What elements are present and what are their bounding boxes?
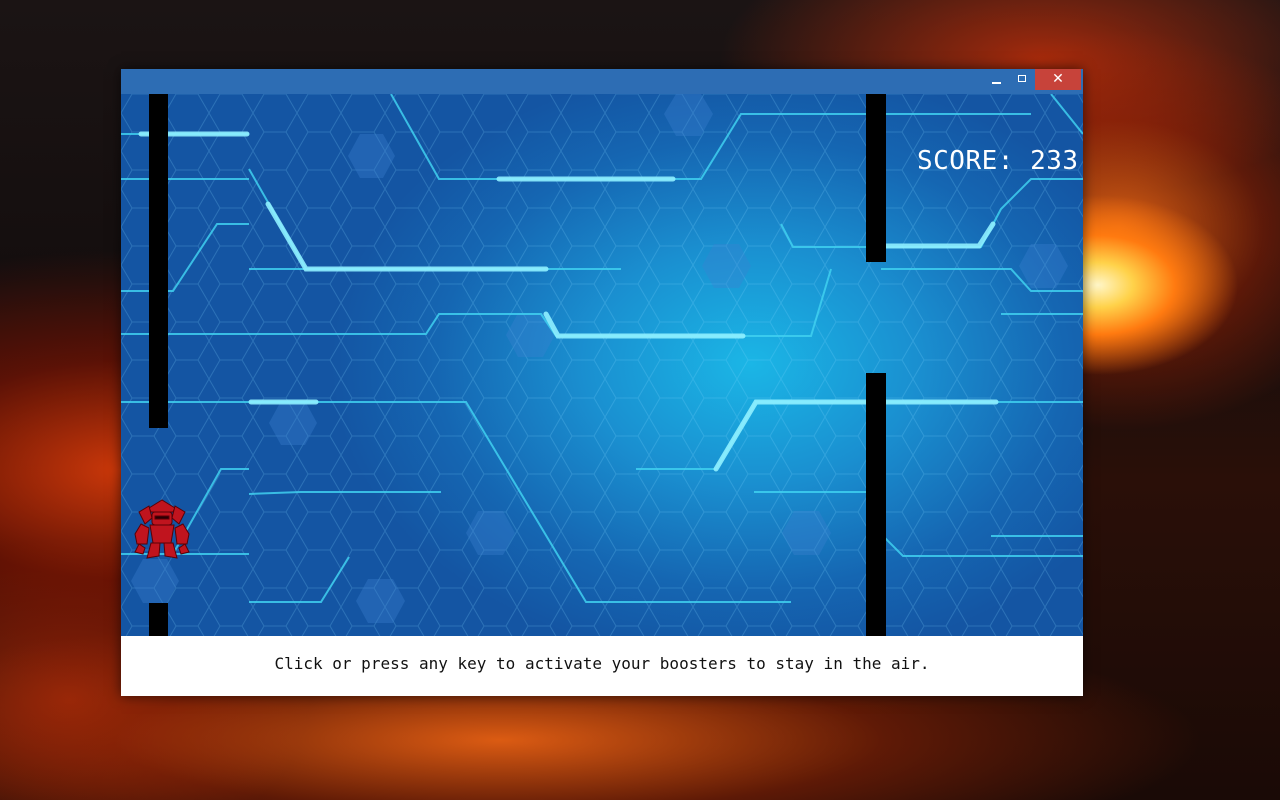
pillar-bottom-left <box>149 603 168 636</box>
minimize-icon <box>991 81 1001 84</box>
game-canvas[interactable]: SCORE: 233 <box>121 94 1083 636</box>
title-bar[interactable]: ✕ <box>121 69 1083 94</box>
pillar-bottom-right <box>866 373 886 636</box>
close-icon: ✕ <box>1052 71 1064 87</box>
maximize-button[interactable] <box>1009 69 1035 90</box>
maximize-icon <box>1018 75 1026 82</box>
instructions-text: Click or press any key to activate your … <box>274 654 930 673</box>
app-window: ✕ SCORE: 233 Click or press any key to a… <box>121 69 1083 696</box>
instructions-bar: Click or press any key to activate your … <box>121 636 1083 696</box>
pillar-top-left <box>149 94 168 428</box>
pillar-top-right <box>866 94 886 262</box>
desktop-wallpaper: ✕ SCORE: 233 Click or press any key to a… <box>0 0 1280 800</box>
close-button[interactable]: ✕ <box>1035 69 1081 90</box>
score-display: SCORE: 233 <box>917 146 1079 176</box>
minimize-button[interactable] <box>983 69 1009 90</box>
robot-icon <box>134 499 190 559</box>
